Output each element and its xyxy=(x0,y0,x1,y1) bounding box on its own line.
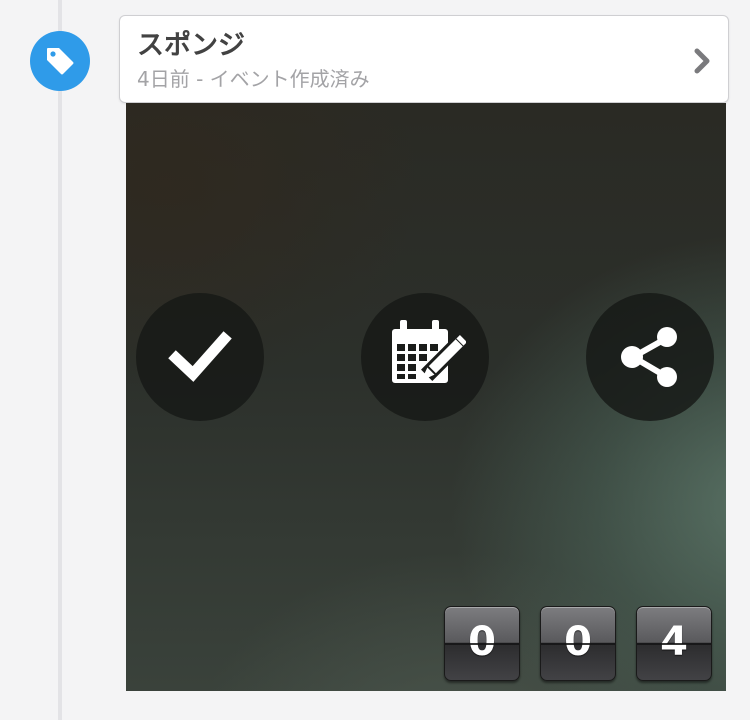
edit-event-button[interactable] xyxy=(361,293,489,421)
counter-digit-ones: 4 xyxy=(636,606,712,681)
share-icon xyxy=(621,327,677,387)
item-header-card[interactable]: スポンジ 4日前 - イベント作成済み xyxy=(119,15,729,103)
share-button[interactable] xyxy=(586,293,714,421)
chevron-right-icon[interactable] xyxy=(692,47,714,75)
counter-digit-text: 0 xyxy=(468,619,496,665)
counter-digit-tens: 0 xyxy=(540,606,616,681)
mark-done-button[interactable] xyxy=(136,293,264,421)
counter-digit-text: 0 xyxy=(564,619,592,665)
tag-badge xyxy=(30,31,90,91)
counter-digit-hundreds: 0 xyxy=(444,606,520,681)
tag-icon xyxy=(47,48,74,75)
timeline-line xyxy=(58,0,62,720)
counter-digit-text: 4 xyxy=(660,619,688,665)
item-photo: 0 0 4 xyxy=(126,103,726,691)
checkmark-icon xyxy=(168,331,232,382)
item-subtitle: 4日前 - イベント作成済み xyxy=(137,67,370,91)
calendar-edit-icon xyxy=(392,320,466,383)
item-title: スポンジ xyxy=(137,30,245,61)
